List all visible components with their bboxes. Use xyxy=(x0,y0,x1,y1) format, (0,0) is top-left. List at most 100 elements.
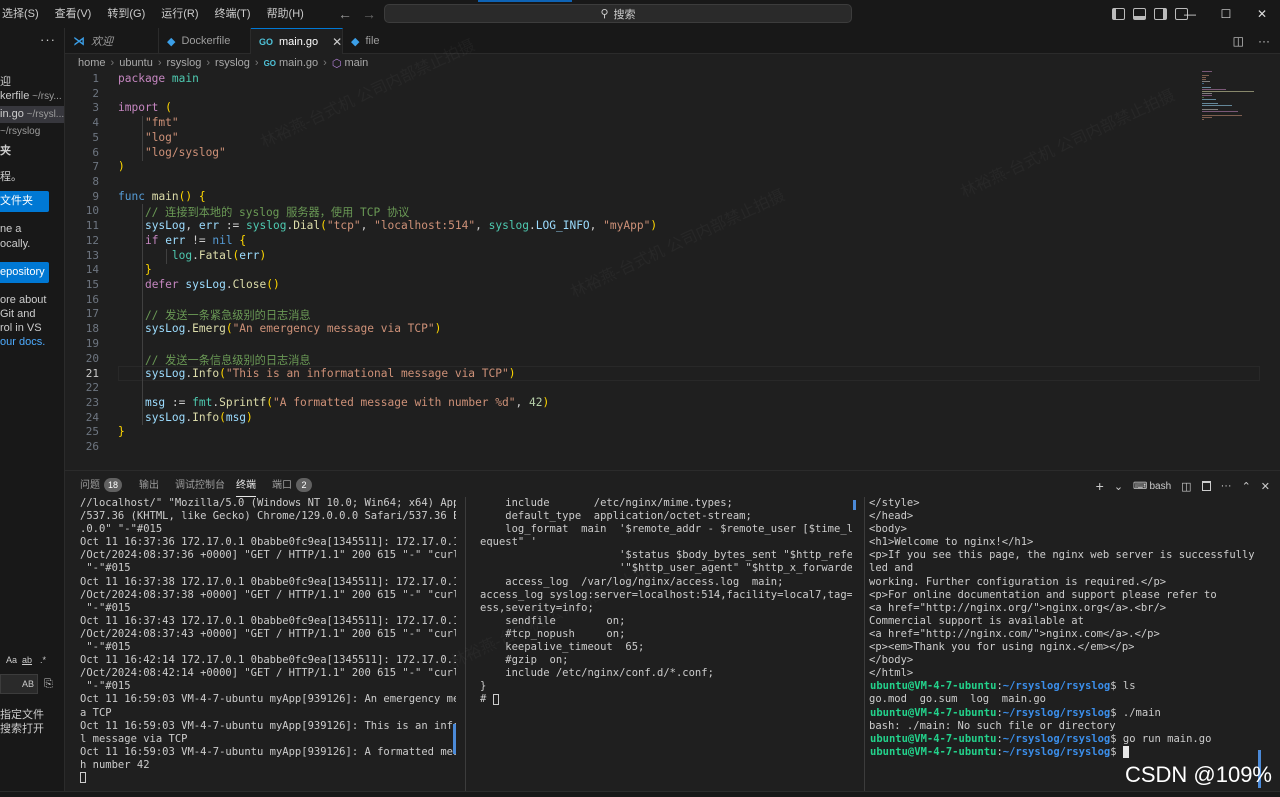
open-folder-button[interactable]: 文件夹 xyxy=(0,191,49,212)
line-number: 10 xyxy=(85,204,99,217)
terminal-line: led and xyxy=(869,562,914,575)
trash-icon[interactable] xyxy=(1201,481,1211,491)
menu-run[interactable]: 运行(R) xyxy=(153,0,206,28)
clone-repository-button[interactable]: epository xyxy=(0,262,49,283)
sidebar-dockerfile-item[interactable]: kerfile ~/rsy... xyxy=(0,90,62,102)
code-editor[interactable]: 1 2 3 4 5 6 7 8 9 10 11 12 13 14 15 16 1… xyxy=(65,71,1260,463)
terminal-pane-3[interactable]: </style> </head> <body> <h1>Welcome to ngin… xyxy=(869,497,1261,791)
replace-all-icon[interactable]: ⎘ xyxy=(44,678,53,691)
tab-problems[interactable]: 问题 18 xyxy=(80,476,123,496)
breadcrumb-item[interactable]: rsyslog xyxy=(167,57,202,69)
sidebar-item-path: ~/rsysl... xyxy=(23,109,65,120)
prompt-command: ./main xyxy=(1122,706,1161,719)
sidebar-folder-item[interactable]: ~/rsyslog xyxy=(0,125,40,137)
chevron-right-icon: › xyxy=(157,57,162,69)
maximize-panel-icon[interactable]: ⌃ xyxy=(1242,480,1251,493)
preserve-case-toggle[interactable]: AB xyxy=(22,679,34,689)
breadcrumb-item[interactable]: ubuntu xyxy=(119,57,153,69)
code-line: package main xyxy=(118,72,199,85)
minimap[interactable] xyxy=(1200,71,1268,131)
regex-toggle[interactable]: .* xyxy=(40,655,46,665)
editor-scrollbar[interactable] xyxy=(1268,71,1280,463)
sidebar-welcome-item[interactable]: 迎 xyxy=(0,73,11,89)
chevron-down-icon[interactable]: ⌄ xyxy=(1114,480,1123,493)
terminal-icon: ⌨ xyxy=(1133,480,1148,492)
ports-count-badge: 2 xyxy=(296,478,312,492)
minimap-line xyxy=(1202,79,1206,80)
terminal-line: default_type application/octet-stream; xyxy=(480,510,752,523)
close-window-button[interactable]: ✕ xyxy=(1244,0,1280,28)
line-number: 9 xyxy=(92,190,99,203)
prompt-path: ~/rsyslog/rsyslog xyxy=(1002,706,1111,719)
split-terminal-icon[interactable]: ◫ xyxy=(1181,480,1191,493)
menu-go[interactable]: 转到(G) xyxy=(99,0,153,28)
code-line: } xyxy=(118,425,125,438)
tab-welcome[interactable]: ⋊ 欢迎 xyxy=(65,28,159,54)
tab-ports[interactable]: 端口 2 xyxy=(272,476,312,496)
menu-terminal[interactable]: 终端(T) xyxy=(207,0,259,28)
terminal-pane-1[interactable]: //localhost/" "Mozilla/5.0 (Windows NT 1… xyxy=(80,497,456,791)
nav-arrows: ← → xyxy=(338,0,376,28)
maximize-button[interactable]: ☐ xyxy=(1208,0,1244,28)
chevron-right-icon: › xyxy=(254,57,259,69)
more-actions-icon[interactable]: ··· xyxy=(1258,34,1270,48)
tab-label: 端口 xyxy=(272,480,292,491)
prompt-command: ls xyxy=(1122,680,1136,693)
terminal-scrollbar[interactable] xyxy=(453,724,456,754)
split-editor-icon[interactable]: ◫ xyxy=(1233,34,1244,48)
tab-label: file xyxy=(365,35,380,47)
terminal-pane-2[interactable]: include /etc/nginx/mime.types; default_t… xyxy=(480,497,852,791)
breadcrumb-item[interactable]: main.go xyxy=(279,57,318,69)
terminal-line: include /etc/nginx/mime.types; xyxy=(480,497,733,509)
back-arrow-icon[interactable]: ← xyxy=(338,6,352,22)
tab-dockerfile[interactable]: ◆ Dockerfile xyxy=(159,28,251,54)
minimize-button[interactable]: — xyxy=(1172,0,1208,28)
terminal-line: h number 42 xyxy=(80,758,150,771)
code-line: if err != nil { xyxy=(144,234,247,247)
breadcrumb-item[interactable]: main xyxy=(344,57,368,69)
tab-file[interactable]: ◆ file xyxy=(343,28,403,54)
function-icon: ⬡ xyxy=(331,57,342,70)
tab-terminal[interactable]: 终端 xyxy=(236,476,256,497)
close-panel-icon[interactable]: ✕ xyxy=(1261,480,1270,493)
toggle-panel-icon[interactable] xyxy=(1133,8,1146,20)
toggle-secondary-sidebar-icon[interactable] xyxy=(1154,8,1167,20)
tab-output[interactable]: 输出 xyxy=(139,476,159,496)
menu-selection[interactable]: 选择(S) xyxy=(0,0,47,28)
terminal-line: working. Further configuration is requir… xyxy=(869,575,1167,588)
shell-label[interactable]: bash xyxy=(1149,481,1171,492)
sidebar-main-go-item[interactable]: in.go ~/rsysl... xyxy=(0,106,65,123)
terminal-line: Oct 11 16:59:03 VM-4-7-ubuntu myApp[9391… xyxy=(80,719,456,732)
forward-arrow-icon[interactable]: → xyxy=(362,6,376,22)
code-line: // 发送一条紧急级别的日志消息 xyxy=(118,309,311,322)
toggle-sidebar-icon[interactable] xyxy=(1112,8,1125,20)
breadcrumb: home › ubuntu › rsyslog › rsyslog › GO main.… xyxy=(78,55,368,71)
close-icon[interactable]: ✕ xyxy=(332,35,342,49)
match-word-toggle[interactable]: ab xyxy=(22,655,32,665)
code-line: // 发送一条信息级别的日志消息 xyxy=(118,354,311,367)
menu-view[interactable]: 查看(V) xyxy=(47,0,100,28)
terminal-line: ess,severity=info; xyxy=(480,601,594,614)
sidebar-item-path: ~/rsyslog xyxy=(0,126,41,137)
more-actions-icon[interactable]: ··· xyxy=(40,32,56,47)
terminal-line: <h1>Welcome to nginx!</h1> xyxy=(869,536,1034,549)
command-center-search[interactable]: ⚲ 搜索 xyxy=(384,4,852,23)
docs-link[interactable]: our docs. xyxy=(0,336,45,348)
tab-main-go[interactable]: GO main.go ✕ xyxy=(251,28,343,54)
terminal-split-divider[interactable] xyxy=(864,497,865,791)
terminal-scrollbar[interactable] xyxy=(853,500,856,510)
match-case-toggle[interactable]: Aa xyxy=(6,655,17,665)
tab-debug-console[interactable]: 调试控制台 xyxy=(175,476,225,496)
more-actions-icon[interactable]: ··· xyxy=(1221,480,1232,492)
terminal-line: "-"#015 xyxy=(80,641,131,654)
menu-help[interactable]: 帮助(H) xyxy=(259,0,312,28)
terminal-line: /537.36 (KHTML, like Gecko) Chrome/129.0… xyxy=(80,510,456,523)
breadcrumb-item[interactable]: home xyxy=(78,57,106,69)
new-terminal-icon[interactable]: + xyxy=(1096,478,1104,494)
minimap-line xyxy=(1202,115,1242,116)
breadcrumb-item[interactable]: rsyslog xyxy=(215,57,250,69)
minimap-line xyxy=(1202,103,1218,104)
terminal-cursor xyxy=(1122,745,1129,758)
terminal-split-divider[interactable] xyxy=(465,497,466,791)
code-line: "log/syslog" xyxy=(144,146,226,159)
